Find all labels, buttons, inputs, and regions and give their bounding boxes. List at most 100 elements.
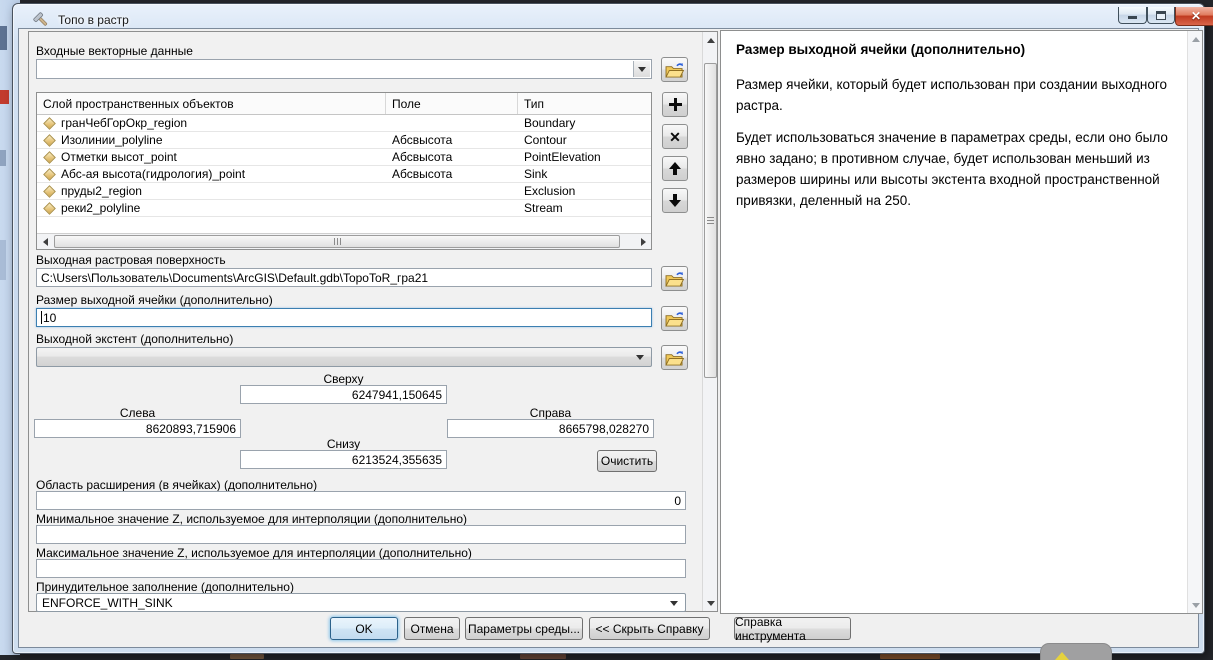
scroll-down-button[interactable]	[703, 595, 718, 611]
down-arrow-icon	[669, 194, 681, 207]
browse-extent-button[interactable]	[661, 345, 688, 370]
browse-output-button[interactable]	[661, 266, 688, 291]
field-cell[interactable]: Абсвысота	[386, 132, 518, 148]
margin-field[interactable]: 0	[36, 491, 686, 510]
feature-class-diamond-icon	[43, 201, 56, 215]
type-cell[interactable]: Sink	[518, 166, 651, 182]
extent-label: Выходной экстент (дополнительно)	[36, 332, 234, 346]
column-header-field: Поле	[386, 93, 518, 114]
layers-table-body: гранЧебГорОкр_region Boundary Изолинии_pol…	[37, 115, 651, 217]
minimize-button[interactable]	[1118, 7, 1147, 24]
up-arrow-icon	[669, 162, 681, 175]
environments-button[interactable]: Параметры среды...	[465, 617, 583, 640]
dropdown-button[interactable]	[633, 61, 650, 77]
tool-help-button[interactable]: Справка инструмента	[734, 615, 851, 643]
chevron-down-icon	[670, 600, 678, 606]
output-surface-label: Выходная растровая поверхность	[36, 253, 226, 267]
enforce-combobox[interactable]: ENFORCE_WITH_SINK	[36, 593, 686, 612]
browse-cell-size-button[interactable]	[661, 306, 688, 331]
cell-size-field[interactable]: 10	[36, 308, 652, 327]
extent-top-field[interactable]: 6247941,150645	[240, 385, 447, 404]
extent-combobox[interactable]	[36, 347, 652, 367]
min-z-label: Минимальное значение Z, используемое для…	[36, 512, 468, 526]
close-button[interactable]: ✕	[1175, 7, 1213, 26]
chevron-down-icon	[638, 66, 646, 72]
table-row[interactable]: Отметки высот_point Абсвысота PointElevati…	[37, 149, 651, 166]
scroll-right-icon	[640, 237, 646, 246]
window-title: Топо в растр	[58, 13, 129, 27]
extent-left-label: Слева	[119, 406, 156, 420]
table-row[interactable]: реки2_polyline Stream	[37, 200, 651, 217]
extent-bottom-label: Снизу	[326, 437, 361, 451]
clear-extent-button[interactable]: Очистить	[597, 450, 657, 472]
type-cell[interactable]: Contour	[518, 132, 651, 148]
field-cell[interactable]	[386, 115, 518, 131]
background-fragment	[0, 240, 6, 280]
extent-bottom-field[interactable]: 6213524,355635	[240, 450, 447, 469]
help-paragraph: Будет использоваться значение в параметр…	[736, 130, 1168, 208]
scroll-up-button[interactable]	[703, 32, 718, 48]
scroll-left-button[interactable]	[37, 234, 53, 249]
table-row[interactable]: Изолинии_polyline Абсвысота Contour	[37, 132, 651, 149]
column-header-type: Тип	[524, 96, 545, 111]
scrollbar-thumb[interactable]	[54, 235, 620, 248]
help-title: Размер выходной ячейки (дополнительно)	[736, 42, 1026, 57]
move-down-button[interactable]	[662, 188, 688, 213]
table-row[interactable]: гранЧебГорОкр_region Boundary	[37, 115, 651, 132]
open-folder-icon	[665, 311, 684, 327]
grip	[707, 220, 714, 221]
field-cell[interactable]	[386, 200, 518, 216]
grip	[707, 223, 714, 224]
extent-left-field[interactable]: 8620893,715906	[34, 419, 241, 438]
scroll-down-button[interactable]	[1188, 597, 1203, 613]
maximize-button[interactable]	[1147, 7, 1175, 24]
input-vector-combobox[interactable]	[36, 59, 652, 79]
layers-table: Слой пространственных объектов Поле Тип …	[36, 92, 652, 250]
scrollbar-thumb[interactable]	[704, 63, 717, 378]
browse-input-button[interactable]	[661, 57, 688, 82]
remove-layer-button[interactable]: ✕	[662, 124, 688, 149]
feature-class-diamond-icon	[43, 150, 56, 164]
open-folder-icon	[665, 271, 684, 287]
scroll-up-button[interactable]	[1188, 31, 1203, 47]
table-row[interactable]: пруды2_region Exclusion	[37, 183, 651, 200]
grip	[336, 238, 338, 245]
cancel-button[interactable]: Отмена	[404, 617, 460, 640]
scroll-right-button[interactable]	[635, 234, 651, 249]
taskbar-fragment	[230, 654, 264, 659]
type-cell[interactable]: Stream	[518, 200, 651, 216]
move-up-button[interactable]	[662, 156, 688, 181]
table-row[interactable]: Абс-ая высота(гидрология)_point Абсвысота…	[37, 166, 651, 183]
type-cell[interactable]: Boundary	[518, 115, 651, 131]
scroll-down-icon	[1191, 602, 1200, 608]
type-cell[interactable]: PointElevation	[518, 149, 651, 165]
parameters-scrollbar[interactable]	[702, 32, 717, 611]
ok-button[interactable]: OK	[330, 617, 398, 640]
extent-right-field[interactable]: 8665798,028270	[447, 419, 654, 438]
enforce-value: ENFORCE_WITH_SINK	[42, 595, 173, 610]
field-cell[interactable]: Абсвысота	[386, 149, 518, 165]
help-scrollbar[interactable]	[1187, 31, 1202, 613]
x-icon: ✕	[669, 128, 681, 145]
close-icon: ✕	[1190, 9, 1202, 23]
title-bar[interactable]: Топо в растр	[33, 10, 129, 30]
hammer-tool-icon	[33, 11, 50, 29]
hide-help-button[interactable]: << Скрыть Справку	[589, 617, 710, 640]
background-fragment	[0, 150, 6, 166]
type-cell[interactable]: Exclusion	[518, 183, 651, 199]
feature-class-diamond-icon	[43, 133, 56, 147]
min-z-field[interactable]	[36, 525, 686, 544]
overlapping-popup-fragment	[1040, 643, 1112, 660]
max-z-field[interactable]	[36, 559, 686, 578]
max-z-label: Максимальное значение Z, используемое дл…	[36, 546, 472, 560]
table-horizontal-scrollbar[interactable]	[37, 233, 651, 249]
add-layer-button[interactable]	[662, 92, 688, 117]
output-surface-field[interactable]: C:\Users\Пользователь\Documents\ArcGIS\D…	[36, 268, 652, 287]
extent-left-value: 8620893,715906	[145, 421, 236, 436]
chevron-down-icon	[636, 355, 644, 360]
layer-name: реки2_polyline	[61, 201, 141, 215]
field-cell[interactable]: Абсвысота	[386, 166, 518, 182]
field-cell[interactable]	[386, 183, 518, 199]
extent-top-label: Сверху	[323, 372, 364, 386]
output-surface-value: C:\Users\Пользователь\Documents\ArcGIS\D…	[41, 270, 429, 285]
